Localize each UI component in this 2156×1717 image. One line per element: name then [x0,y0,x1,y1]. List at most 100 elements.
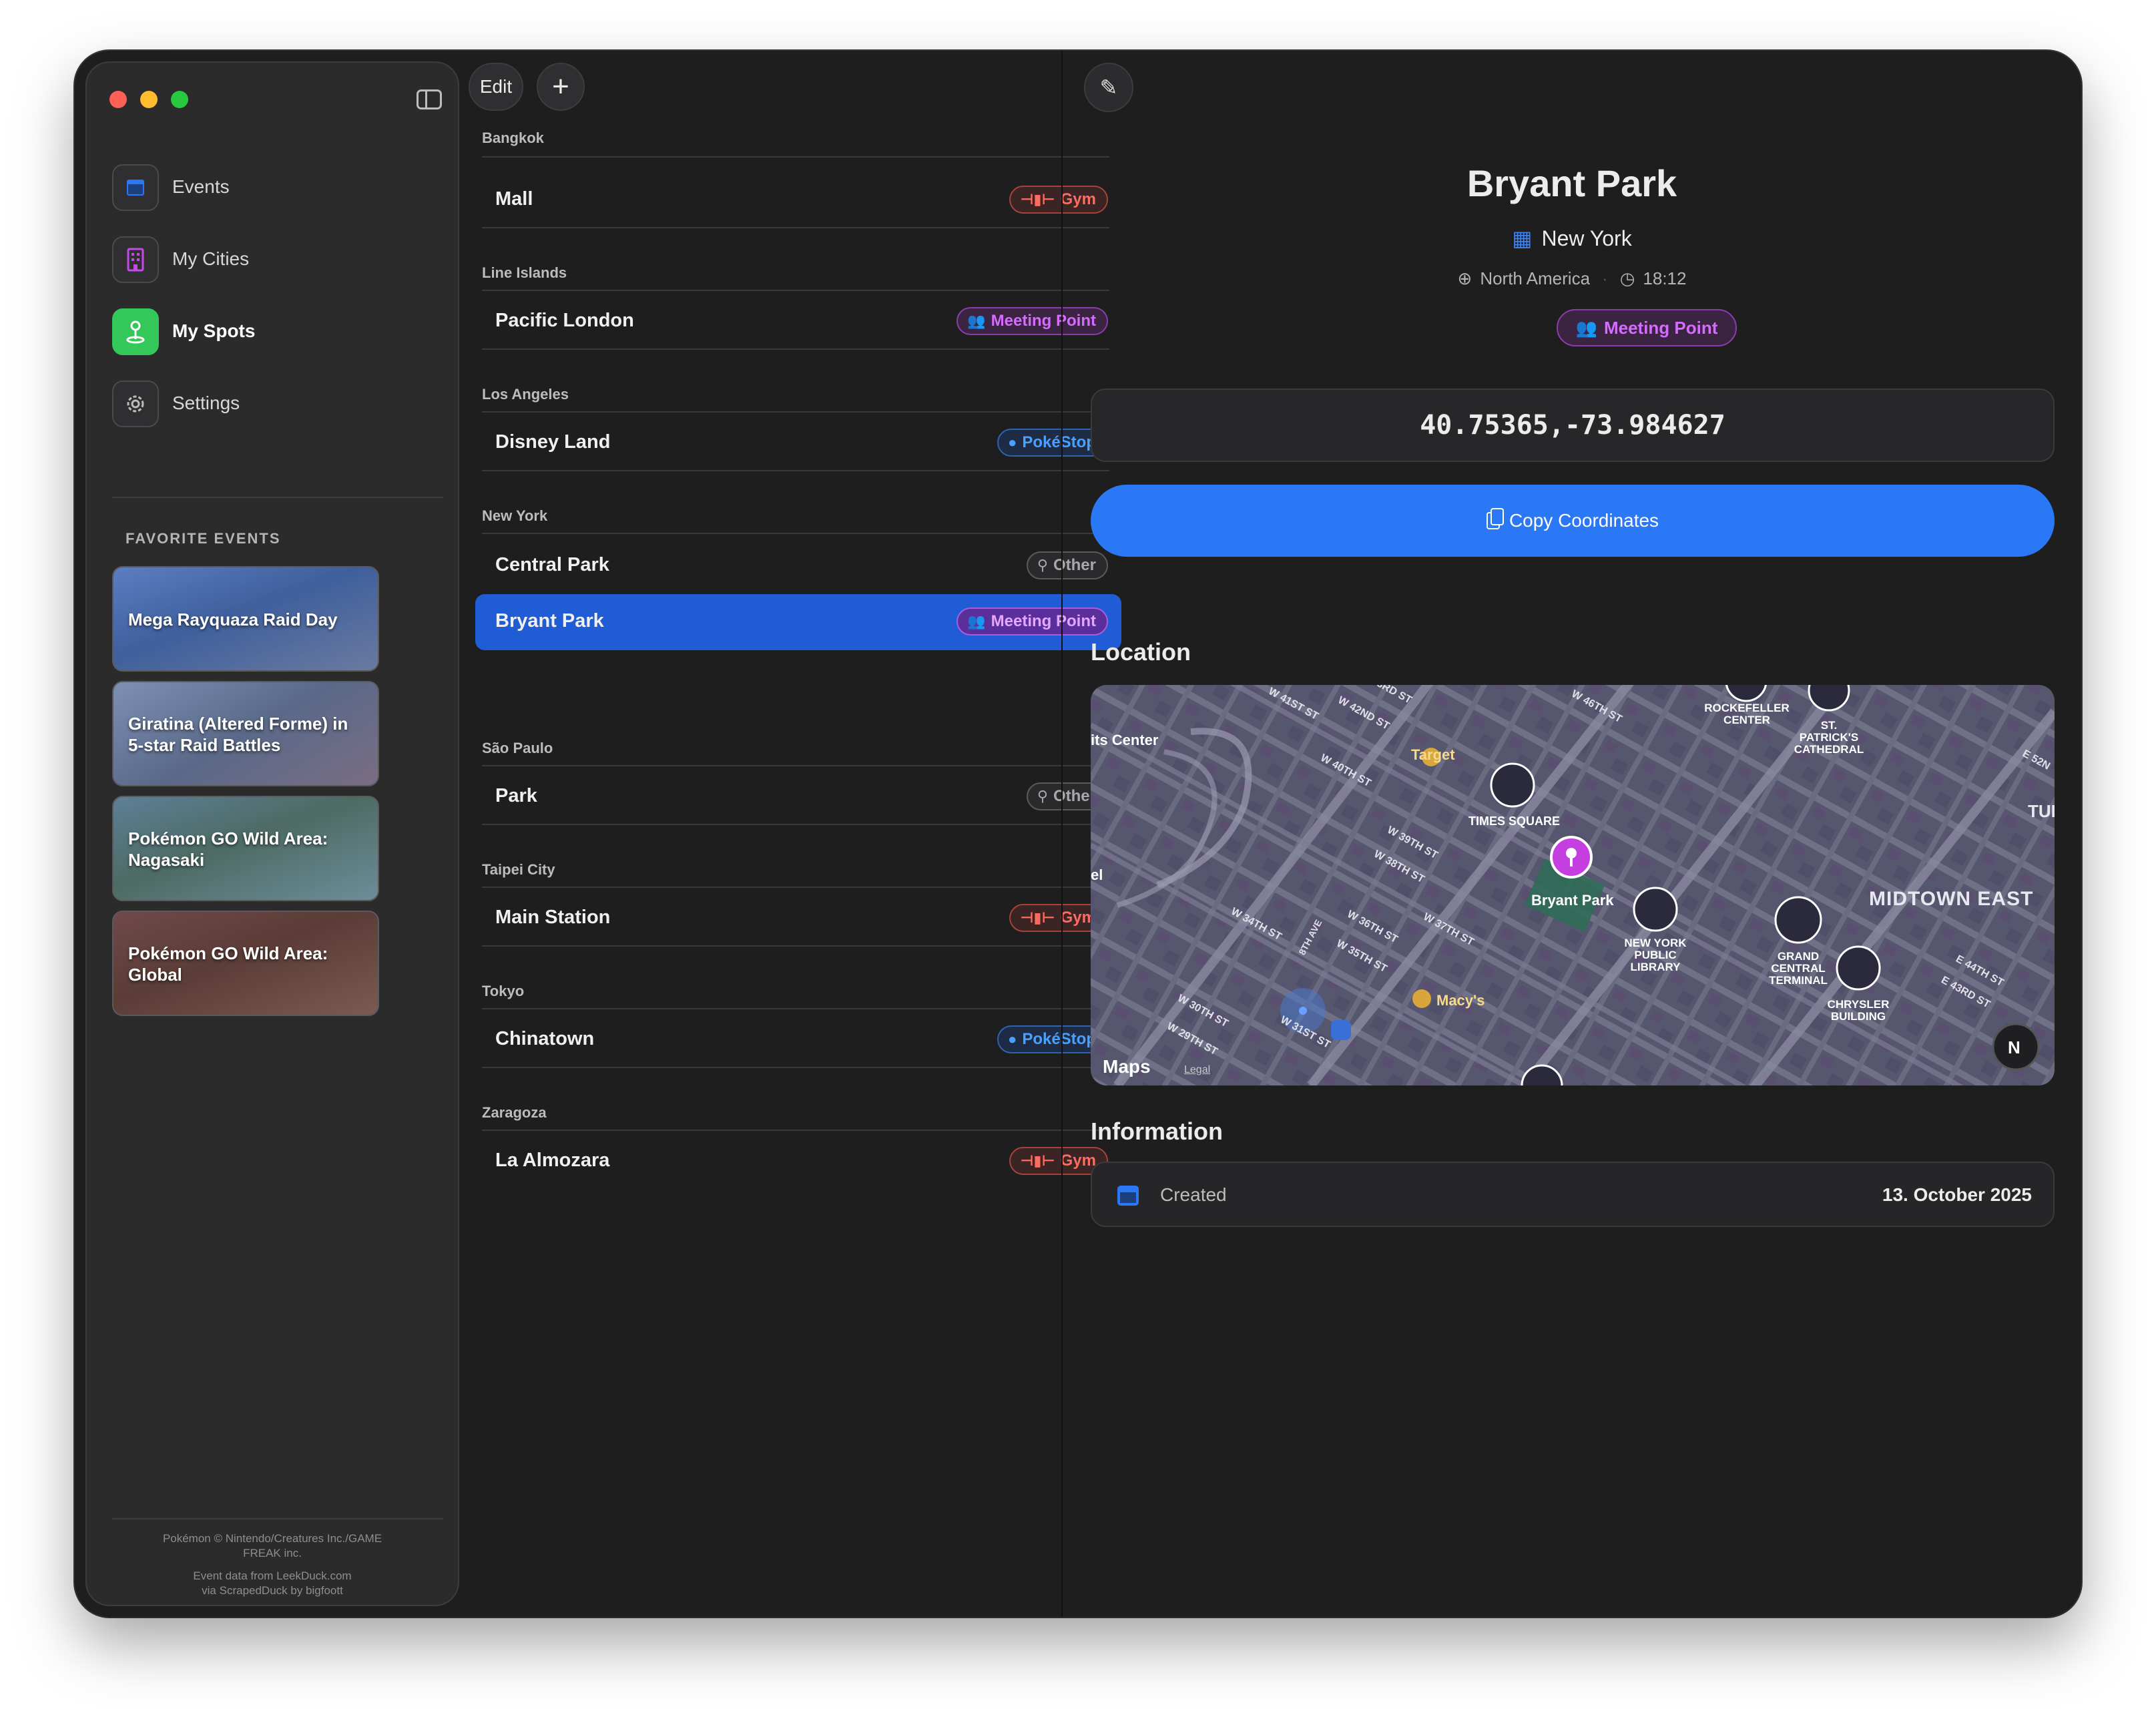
map-label-rockefeller: ROCKEFELLER CENTER [1703,702,1790,726]
section-header: Tokyo [482,983,525,999]
spot-name: Pacific London [495,310,634,331]
edit-button[interactable]: Edit [469,63,523,111]
edit-pencil-button[interactable]: ✎ [1084,63,1133,112]
list-item[interactable]: Central Park ⚲ Other [475,538,1121,594]
spot-map-pin [1550,836,1593,879]
map-label-st-patricks: ST. PATRICK'S CATHEDRAL [1789,720,1869,756]
close-window-button[interactable] [109,91,127,108]
pin-icon [112,308,159,355]
tag-badge: 👥 Meeting Point [1557,309,1737,346]
credits-line: via ScrapedDuck by bigfoott [202,1584,343,1597]
divider [482,470,1109,471]
divider [482,1008,1109,1009]
building-icon [112,236,159,283]
divider [482,227,1109,228]
meta-row: ⊕ North America · ◷ 18:12 [1063,268,2081,289]
favorite-event-title: Pokémon GO Wild Area: Global [128,943,328,985]
grand-central-icon [1774,896,1822,944]
sidebar-item-label: Settings [172,393,240,413]
chrysler-icon [1836,945,1881,991]
user-location-dot [1299,1007,1307,1015]
divider [482,1130,1109,1131]
list-item[interactable]: Park ⚲ Other [475,769,1121,825]
section-header: Los Angeles [482,386,569,403]
map-label-library: NEW YORK PUBLIC LIBRARY [1615,937,1695,973]
spot-name: Main Station [495,907,611,928]
calendar-icon [1117,1186,1139,1206]
spot-name: Bryant Park [495,610,604,632]
calendar-icon [112,164,159,211]
sidebar-item-label: Events [172,176,230,197]
maps-brand: Maps [1103,1056,1151,1077]
spot-detail: ✎ Bryant Park ▦ New York ⊕ North America · ◷… [1063,51,2081,1617]
copy-icon [1486,508,1504,529]
favorite-event-title: Pokémon GO Wild Area: Nagasaki [128,828,328,870]
pencil-icon: ✎ [1099,75,1118,99]
people-icon: 👥 [1575,317,1597,338]
maps-brand-label: Maps [1103,1056,1151,1077]
page-title: Bryant Park [1466,162,1677,204]
divider [482,290,1109,291]
favorite-event-card[interactable]: Mega Rayquaza Raid Day [112,566,379,672]
location-map[interactable]: Target TIMES SQUARE Bryant Park NEW YORK… [1091,685,2055,1085]
favorite-event-card[interactable]: Pokémon GO Wild Area: Global [112,911,379,1016]
section-header: Bangkok [482,130,544,146]
list-item[interactable]: Chinatown ● PokéStop [475,1012,1121,1068]
map-label-line: BUILDING [1830,1010,1886,1023]
spot-name: Central Park [495,554,609,575]
map-label-macys: Macy's [1436,992,1485,1009]
map-label-midtown-east: MIDTOWN EAST [1869,888,2034,910]
sidebar-item-label: My Spots [172,320,256,341]
add-spot-button[interactable]: + [537,63,585,111]
sidebar-item-my-spots[interactable]: My Spots [112,302,433,362]
sidebar-item-events[interactable]: Events [112,158,433,218]
map-label-line: ROCKEFELLER [1704,702,1790,714]
coordinates-field[interactable]: 40.75365,-73.984627 [1091,389,2055,462]
clock-icon: ◷ [1619,268,1635,288]
spot-name: Chinatown [495,1028,595,1049]
minimize-window-button[interactable] [140,91,158,108]
list-item[interactable]: Mall ⊣▮⊢ Gym [475,172,1121,228]
dumbbell-icon: ⊣▮⊢ [1020,909,1055,926]
spot-name: La Almozara [495,1150,610,1171]
info-label: Created [1160,1184,1227,1205]
list-item[interactable]: Main Station ⊣▮⊢ Gym [475,891,1121,947]
favorite-event-title: Giratina (Altered Forme) in 5-star Raid … [128,714,348,755]
list-item-selected[interactable]: Bryant Park 👥 Meeting Point [475,594,1121,650]
map-label-line: CENTER [1723,714,1770,726]
legal-link[interactable]: Legal [1184,1064,1210,1076]
map-label-chrysler: CHRYSLER BUILDING [1818,999,1898,1023]
sidebar-item-my-cities[interactable]: My Cities [112,230,433,290]
time-label: 18:12 [1643,268,1687,288]
divider [482,765,1109,766]
sidebar-footer-divider [112,1518,443,1519]
tag-label: Meeting Point [1603,317,1718,338]
sidebar-item-settings[interactable]: Settings [112,374,433,434]
section-header: Taipei City [482,861,555,878]
transit-icon [1331,1020,1351,1040]
map-label-times-square: TIMES SQUARE [1468,814,1561,828]
favorite-event-card[interactable]: Giratina (Altered Forme) in 5-star Raid … [112,681,379,786]
globe-icon: ⊕ [1457,268,1472,288]
favorites-heading: FAVORITE EVENTS [125,530,281,547]
credits-line: FREAK inc. [243,1547,302,1559]
map-label-line: CENTRAL [1771,962,1826,975]
spot-name: Park [495,785,537,806]
list-item[interactable]: Disney Land ● PokéStop [475,415,1121,471]
pokestop-icon: ● [1008,434,1017,451]
building-icon: ▦ [1512,226,1533,250]
favorite-event-card[interactable]: Pokémon GO Wild Area: Nagasaki [112,796,379,901]
zoom-window-button[interactable] [171,91,188,108]
sidebar-toggle-icon[interactable] [417,89,442,109]
map-canvas [1091,685,2055,1085]
list-item[interactable]: Pacific London 👥 Meeting Point [475,294,1121,350]
sidebar-divider [112,497,443,498]
credits-line: Event data from LeekDuck.com [193,1569,352,1582]
map-label-line: PUBLIC [1634,949,1677,961]
copy-coordinates-button[interactable]: Copy Coordinates [1091,485,2055,557]
list-item[interactable]: La Almozara ⊣▮⊢ Gym [475,1134,1121,1190]
divider [482,824,1109,825]
map-label-line: TERMINAL [1769,974,1828,987]
map-label-el: el [1091,867,1103,883]
map-label-line: LIBRARY [1630,961,1681,973]
